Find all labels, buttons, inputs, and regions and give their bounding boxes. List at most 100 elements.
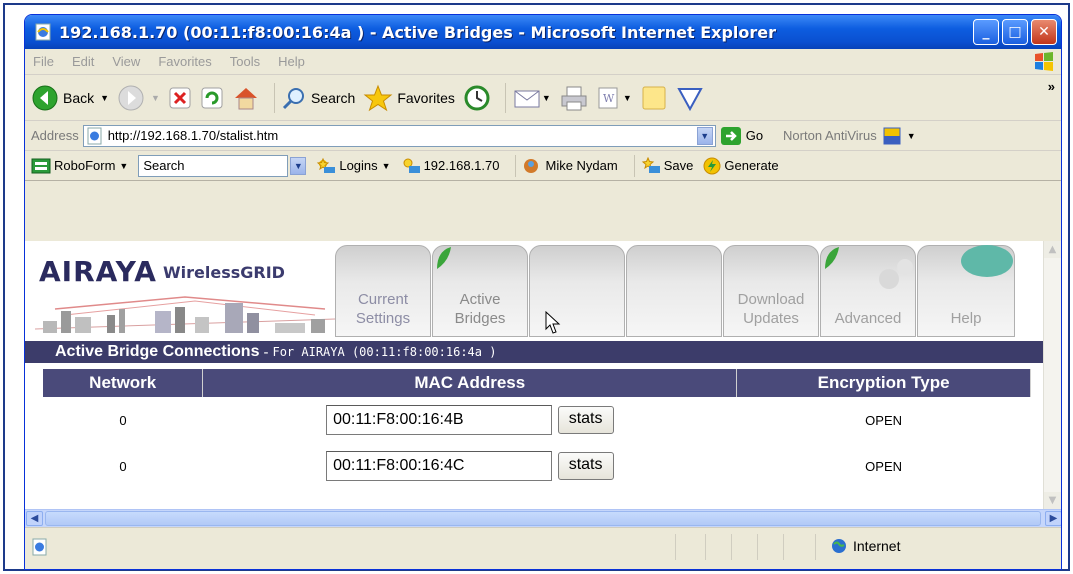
print-button[interactable] <box>559 84 589 112</box>
generate-button[interactable]: Generate <box>703 157 779 175</box>
logins-label: Logins <box>339 158 378 173</box>
back-dropdown-icon[interactable]: ▼ <box>100 93 109 103</box>
home-button[interactable] <box>232 84 260 112</box>
address-bar: Address http://192.168.1.70/stalist.htm … <box>25 121 1061 151</box>
zone-label: Internet <box>853 538 901 554</box>
menu-help[interactable]: Help <box>278 54 305 69</box>
ie-page-icon <box>35 23 51 41</box>
status-bar: Internet <box>25 527 1061 569</box>
status-pane-divider <box>783 534 784 560</box>
globe-icon <box>832 539 846 553</box>
word-button[interactable]: W ▼ <box>597 86 632 110</box>
generate-label: Generate <box>724 158 779 173</box>
tab-line1: Active <box>459 291 501 308</box>
tab-line1: Current <box>357 291 408 308</box>
go-label: Go <box>745 128 764 143</box>
windows-logo-icon <box>1035 52 1053 71</box>
norton-antivirus-button[interactable]: Norton AntiVirus ▼ <box>783 127 916 145</box>
roboform-search-input[interactable]: Search <box>138 154 289 177</box>
stop-icon <box>169 87 191 108</box>
browser-window: 192.168.1.70 (00:11:f8:00:16:4a ) - Acti… <box>24 14 1062 570</box>
logins-button[interactable]: Logins ▼ <box>316 157 391 175</box>
section-title: Active Bridge Connections <box>55 343 260 360</box>
mail-dropdown-icon[interactable]: ▼ <box>542 93 551 103</box>
close-button[interactable]: ✕ <box>1031 19 1057 45</box>
bubbles-decoration <box>879 259 913 289</box>
scroll-thumb[interactable] <box>45 511 1041 526</box>
back-button[interactable]: Back ▼ <box>31 84 109 112</box>
menu-edit[interactable]: Edit <box>72 54 94 69</box>
printer-icon <box>561 86 587 110</box>
menu-bar: File Edit View Favorites Tools Help <box>25 49 1061 75</box>
save-passcard-icon <box>641 156 660 173</box>
triangle-button[interactable] <box>676 84 704 112</box>
page-content: AIRAYA WirelessGRID Current Settings Act… <box>25 241 1043 509</box>
menu-tools[interactable]: Tools <box>230 54 260 69</box>
tab-current-settings[interactable]: Current Settings <box>335 245 431 337</box>
stop-button[interactable] <box>168 86 192 110</box>
tab-line1: Download <box>737 291 805 308</box>
login-passcard-icon <box>403 158 420 173</box>
roboform-dropdown-icon: ▼ <box>119 160 129 171</box>
search-button[interactable]: Search <box>281 85 355 111</box>
tab-line2: Settings <box>355 310 411 327</box>
menu-favorites[interactable]: Favorites <box>158 54 211 69</box>
generate-lightning-icon <box>703 157 721 174</box>
notes-button[interactable] <box>640 84 668 112</box>
minimize-button[interactable]: _ <box>973 19 999 45</box>
menu-file[interactable]: File <box>33 54 54 69</box>
go-button[interactable]: Go <box>720 126 763 146</box>
roboform-search-dropdown-icon[interactable]: ▼ <box>290 156 307 175</box>
window-title: 192.168.1.70 (00:11:f8:00:16:4a ) - Acti… <box>59 22 777 42</box>
toolbar-overflow-icon[interactable]: » <box>1048 79 1055 94</box>
refresh-icon <box>201 87 223 108</box>
ip-login-button[interactable]: 192.168.1.70 <box>401 157 499 175</box>
stats-button[interactable]: stats <box>557 452 614 480</box>
history-icon <box>464 85 490 110</box>
scroll-up-icon[interactable]: ▲ <box>1044 241 1061 258</box>
mouse-cursor-icon <box>545 311 561 334</box>
mac-cell: 00:11:F8:00:16:4B stats <box>203 397 737 443</box>
mac-address-field[interactable]: 00:11:F8:00:16:4C <box>326 451 553 481</box>
address-url: http://192.168.1.70/stalist.htm <box>107 128 279 143</box>
mac-address-field[interactable]: 00:11:F8:00:16:4B <box>326 405 553 435</box>
favorites-button[interactable]: Favorites <box>363 84 455 112</box>
scroll-down-icon[interactable]: ▼ <box>1044 492 1061 509</box>
horizontal-scrollbar[interactable]: ◀ ▶ <box>25 509 1061 527</box>
history-button[interactable] <box>463 84 491 112</box>
mail-button[interactable]: ▼ <box>512 85 551 111</box>
airaya-logo: AIRAYA WirelessGRID <box>35 253 335 333</box>
scroll-left-icon[interactable]: ◀ <box>26 511 43 526</box>
toolbar-separator <box>504 82 506 113</box>
stats-button[interactable]: stats <box>557 406 614 434</box>
vertical-scrollbar[interactable]: ▲ ▼ <box>1043 241 1061 509</box>
tab-download-updates[interactable]: Download Updates <box>723 245 819 337</box>
favorites-star-icon <box>363 84 393 111</box>
address-dropdown-icon[interactable]: ▼ <box>696 126 713 145</box>
scroll-right-icon[interactable]: ▶ <box>1045 511 1061 526</box>
save-label: Save <box>663 158 694 173</box>
roboform-button[interactable]: RoboForm ▼ <box>31 158 128 174</box>
leaf-icon <box>437 247 451 269</box>
forward-button[interactable]: ▼ <box>117 84 160 112</box>
menu-view[interactable]: View <box>112 54 140 69</box>
address-label: Address <box>31 128 79 143</box>
column-encryption-type: Encryption Type <box>736 369 1031 397</box>
refresh-button[interactable] <box>200 86 224 110</box>
save-button[interactable]: Save <box>641 156 694 175</box>
tab-blank-2[interactable] <box>626 245 722 337</box>
address-input[interactable]: http://192.168.1.70/stalist.htm ▼ <box>82 124 716 147</box>
identity-icon <box>524 158 539 173</box>
word-dropdown-icon[interactable]: ▼ <box>623 93 632 103</box>
table-header-row: Network MAC Address Encryption Type <box>43 369 1031 397</box>
maximize-button[interactable]: □ <box>1002 19 1028 45</box>
logins-icon <box>317 157 336 173</box>
norton-dropdown-icon[interactable]: ▼ <box>907 131 916 141</box>
tab-blank-1[interactable] <box>529 245 625 337</box>
search-label: Search <box>310 89 356 106</box>
forward-dropdown-icon[interactable]: ▼ <box>151 93 160 103</box>
status-pane-divider <box>675 534 676 560</box>
column-mac-address: MAC Address <box>202 369 738 397</box>
identity-button[interactable]: Mike Nydam <box>522 157 618 175</box>
bridges-table: Network MAC Address Encryption Type 0 00… <box>43 369 1031 489</box>
